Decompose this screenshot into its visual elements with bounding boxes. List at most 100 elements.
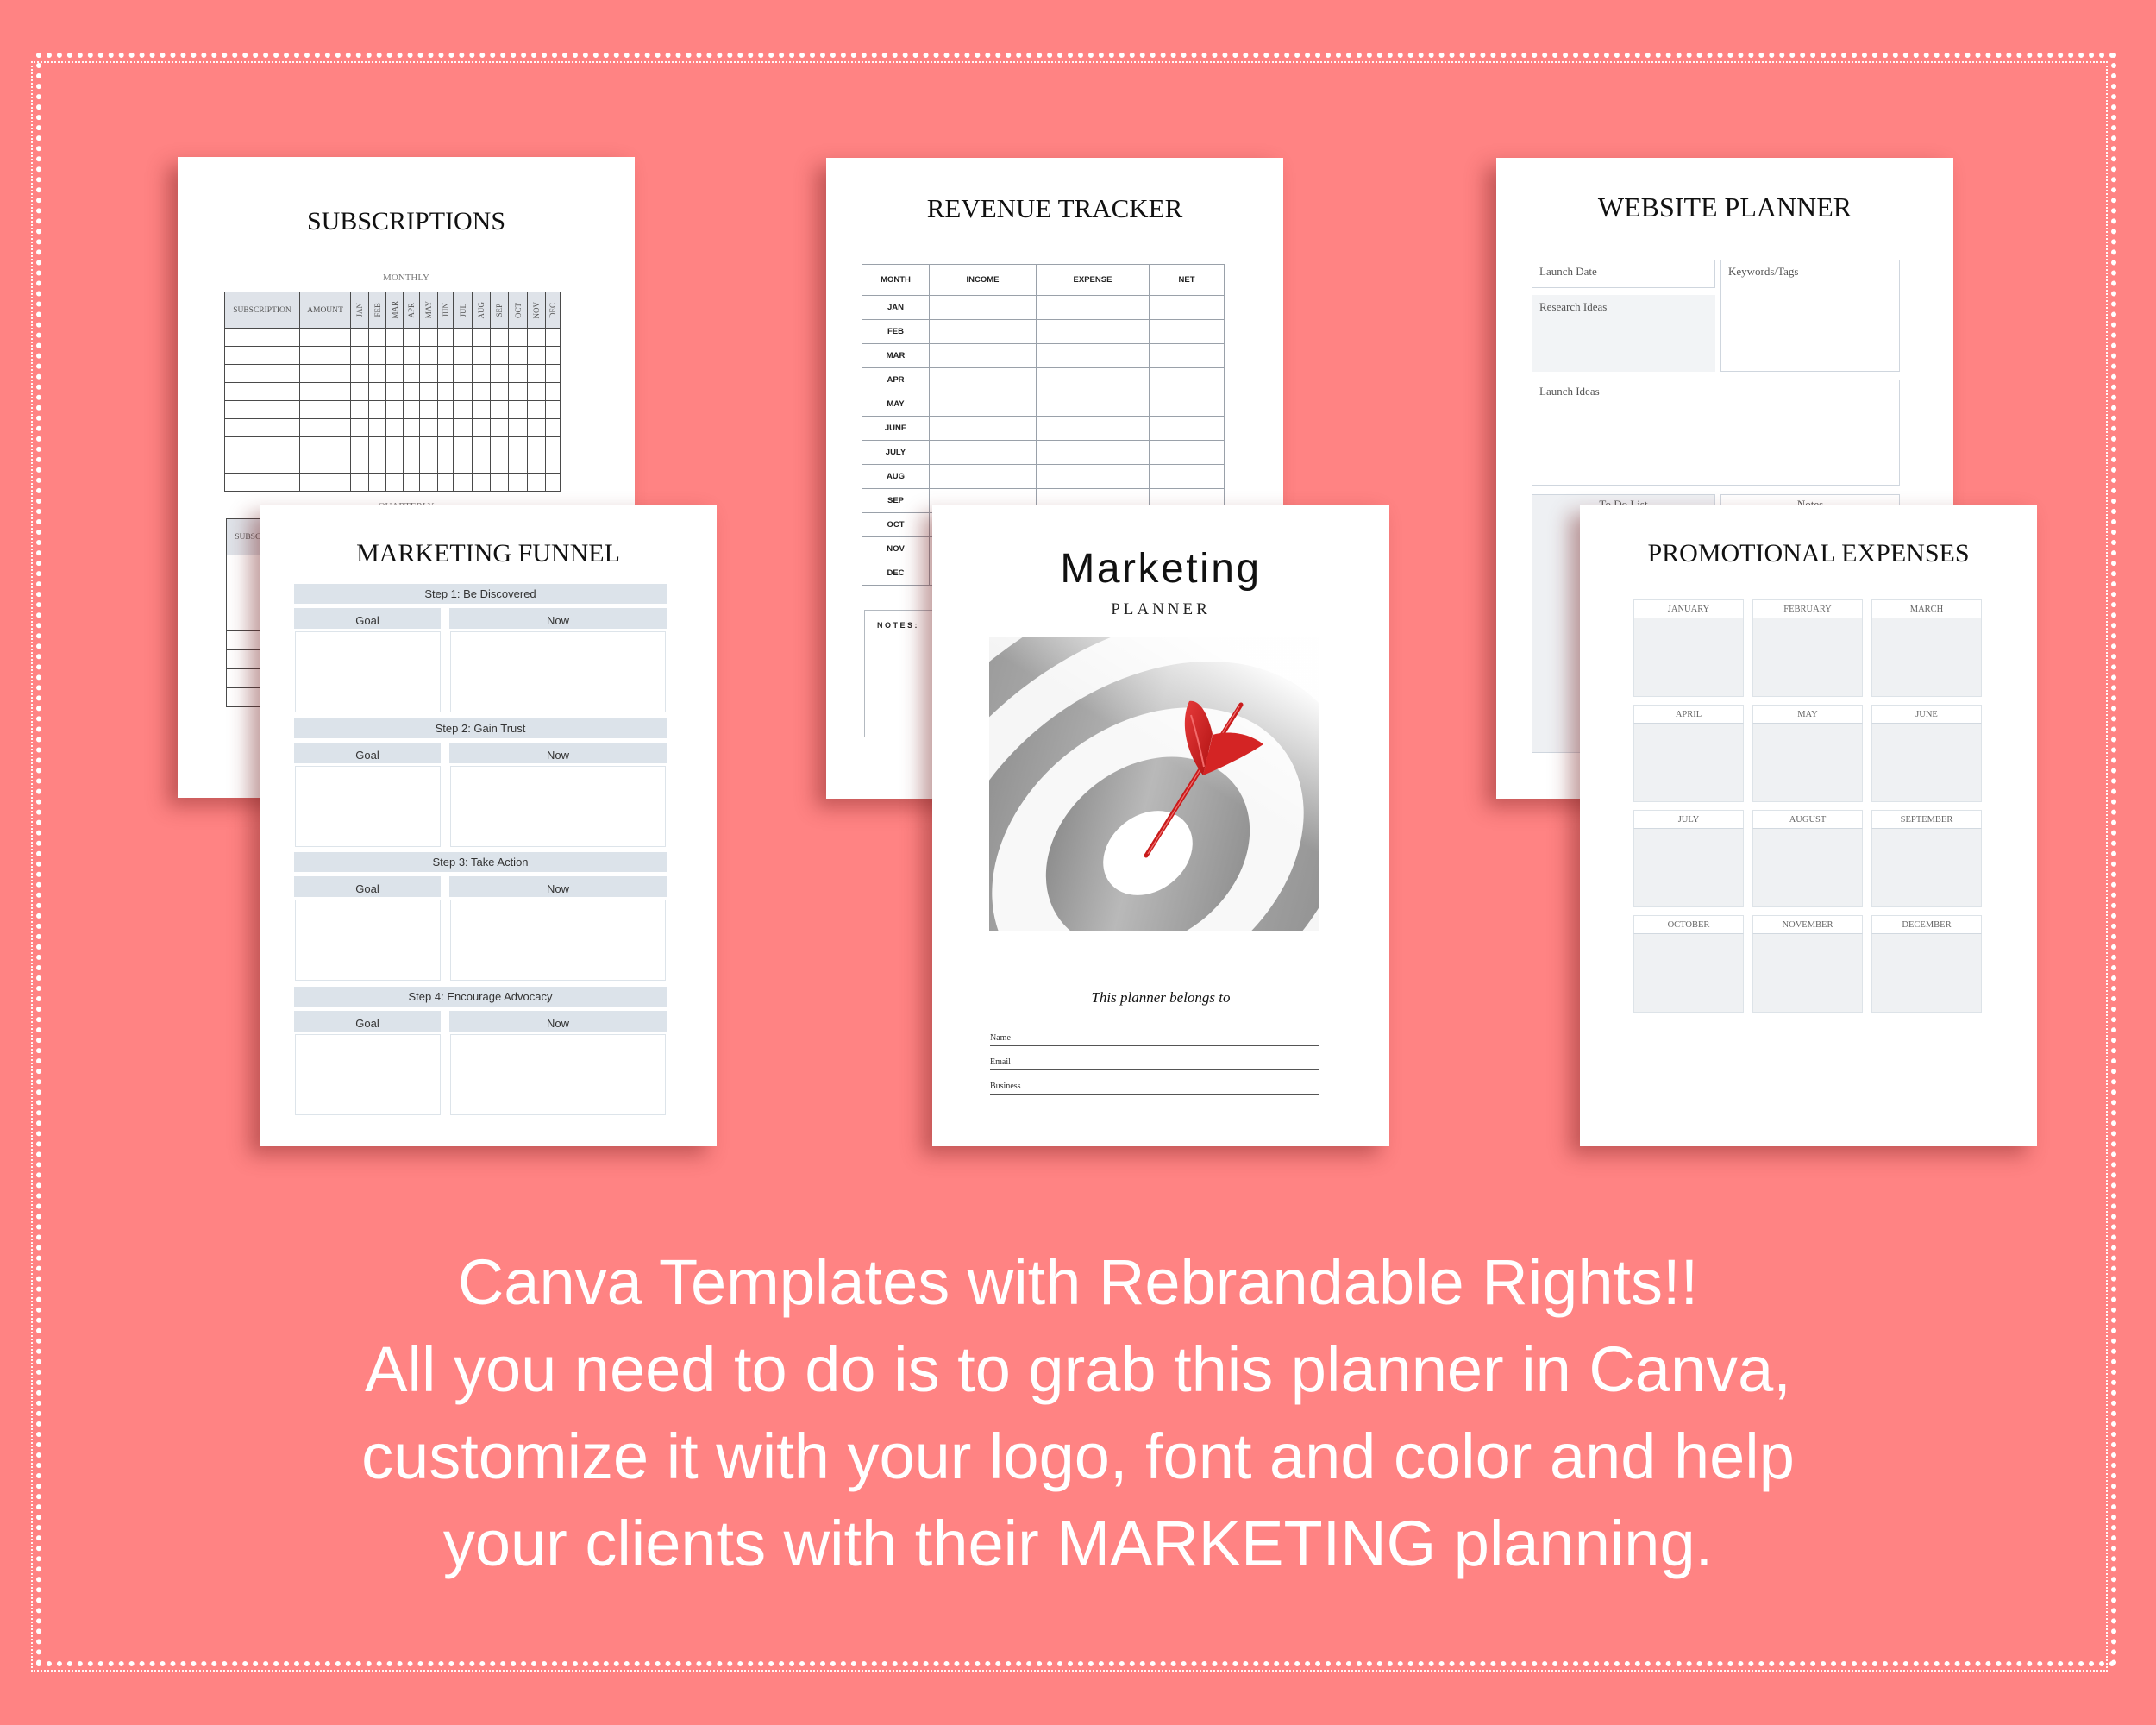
cover-title: Marketing bbox=[1060, 546, 1262, 592]
launch-ideas-box: Launch Ideas bbox=[1532, 380, 1900, 486]
table-row: MAY bbox=[862, 392, 1225, 417]
table-cell bbox=[528, 383, 546, 401]
column-header: SUBSCRIPTION bbox=[225, 292, 300, 329]
table-cell bbox=[369, 437, 386, 455]
name-line: Name bbox=[990, 1032, 1319, 1046]
table-cell bbox=[509, 365, 528, 383]
table-cell bbox=[491, 347, 509, 365]
step-label: Step 4: Encourage Advocacy bbox=[408, 989, 553, 1003]
table-cell bbox=[386, 455, 404, 474]
table-cell bbox=[351, 329, 369, 347]
table-cell bbox=[454, 437, 473, 455]
column-header: NOV bbox=[528, 292, 546, 329]
month-expense-box bbox=[1871, 724, 1982, 802]
column-header-label: MAY bbox=[424, 301, 433, 319]
table-cell bbox=[473, 474, 491, 492]
table-cell bbox=[1037, 417, 1150, 441]
tagline-line: customize it with your logo, font and co… bbox=[361, 1421, 1795, 1492]
table-cell bbox=[386, 437, 404, 455]
column-header: MAY bbox=[420, 292, 438, 329]
table-cell bbox=[454, 347, 473, 365]
table-cell bbox=[930, 465, 1037, 489]
table-header-row: MONTH INCOME EXPENSE NET bbox=[862, 265, 1225, 296]
marketing-funnel-page: MARKETING FUNNEL Step 1: Be Discovered Go… bbox=[260, 505, 717, 1146]
table-cell bbox=[1037, 392, 1150, 417]
table-cell bbox=[473, 383, 491, 401]
table-cell bbox=[1037, 465, 1150, 489]
monthly-label: MONTHLY bbox=[383, 273, 429, 283]
table-cell bbox=[386, 474, 404, 492]
month-cell: DEC bbox=[862, 561, 930, 586]
table-cell bbox=[300, 437, 351, 455]
step-label: Step 1: Be Discovered bbox=[424, 587, 536, 600]
table-cell bbox=[1150, 368, 1225, 392]
table-cell bbox=[1037, 344, 1150, 368]
goal-header: Goal bbox=[294, 876, 441, 897]
table-cell bbox=[473, 401, 491, 419]
table-row: JAN bbox=[862, 296, 1225, 320]
month-header: MAY bbox=[1752, 705, 1863, 724]
month-expense-box bbox=[1752, 934, 1863, 1013]
table-cell bbox=[1037, 368, 1150, 392]
table-cell bbox=[438, 365, 454, 383]
table-cell bbox=[546, 383, 561, 401]
month-header: JANUARY bbox=[1633, 599, 1744, 618]
table-cell bbox=[404, 329, 420, 347]
table-cell bbox=[300, 474, 351, 492]
month-expense-box bbox=[1871, 934, 1982, 1013]
table-cell bbox=[491, 437, 509, 455]
table-cell bbox=[491, 383, 509, 401]
table-cell bbox=[369, 329, 386, 347]
month-cell: SEP bbox=[862, 489, 930, 513]
table-row: FEB bbox=[862, 320, 1225, 344]
table-cell bbox=[528, 474, 546, 492]
month-cell: JUNE bbox=[862, 417, 930, 441]
table-cell bbox=[386, 365, 404, 383]
month-cell: NOV bbox=[862, 537, 930, 561]
step-header: Step 4: Encourage Advocacy bbox=[294, 986, 667, 1007]
table-cell bbox=[438, 419, 454, 437]
table-cell bbox=[546, 455, 561, 474]
month-label: AUG bbox=[886, 472, 906, 481]
table-cell bbox=[351, 383, 369, 401]
table-row bbox=[225, 474, 561, 492]
table-cell bbox=[546, 419, 561, 437]
month-header: DECEMBER bbox=[1871, 915, 1982, 934]
table-cell bbox=[420, 347, 438, 365]
table-cell bbox=[300, 401, 351, 419]
column-header-label: DEC bbox=[548, 302, 557, 318]
month-expense-box bbox=[1752, 829, 1863, 907]
column-header-label: JAN bbox=[355, 303, 364, 317]
table-row bbox=[225, 329, 561, 347]
table-cell bbox=[369, 474, 386, 492]
target-dart-image bbox=[989, 637, 1319, 932]
month-expense-box bbox=[1752, 724, 1863, 802]
column-header-label: NOV bbox=[532, 301, 541, 319]
now-header: Now bbox=[449, 608, 667, 629]
month-expense-box bbox=[1633, 618, 1744, 697]
tagline-line: your clients with their MARKETING planni… bbox=[442, 1508, 1714, 1579]
table-cell bbox=[225, 419, 300, 437]
table-row: APR bbox=[862, 368, 1225, 392]
month-expense-box bbox=[1871, 829, 1982, 907]
table-cell bbox=[300, 455, 351, 474]
month-header: SEPTEMBER bbox=[1871, 810, 1982, 829]
column-header-label: EXPENSE bbox=[1073, 275, 1112, 285]
table-cell bbox=[930, 320, 1037, 344]
table-cell bbox=[420, 401, 438, 419]
goal-box bbox=[295, 1033, 441, 1115]
table-cell bbox=[404, 419, 420, 437]
table-cell bbox=[491, 329, 509, 347]
goal-box bbox=[295, 765, 441, 847]
step-label: Step 3: Take Action bbox=[432, 856, 529, 869]
month-label: SEP bbox=[887, 496, 904, 505]
column-header: DEC bbox=[546, 292, 561, 329]
table-cell bbox=[420, 419, 438, 437]
month-label: JAN bbox=[887, 303, 904, 312]
table-cell bbox=[454, 365, 473, 383]
table-cell bbox=[454, 419, 473, 437]
tagline: Canva Templates with Rebrandable Rights!… bbox=[0, 1239, 2156, 1587]
column-header: INCOME bbox=[930, 265, 1037, 296]
column-header-label: SEP bbox=[495, 303, 504, 317]
table-cell bbox=[404, 437, 420, 455]
